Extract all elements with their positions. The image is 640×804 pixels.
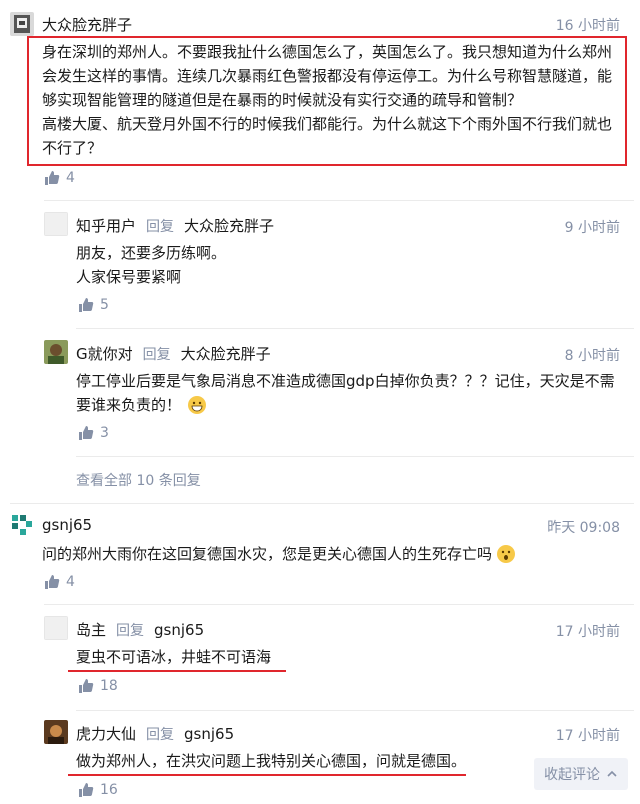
comment-content: 问的郑州大雨你在这回复德国水灾，您是更关心德国人的生死存亡吗 [42,542,627,566]
reply-to-author[interactable]: 大众脸充胖子 [184,215,274,236]
avatar[interactable] [10,513,34,537]
reply-word: 回复 [146,218,175,235]
comment-line: 身在深圳的郑州人。不要跟我扯什么德国怎么了，英国怎么了。我只想知道为什么郑州 [42,43,613,61]
comment-time: 昨天 09:08 [547,520,620,536]
collapse-comments-button[interactable]: 收起评论 [534,758,628,790]
reply-to-author[interactable]: gsnj65 [184,725,234,743]
divider [44,200,634,201]
like-count: 16 [100,782,118,798]
surprised-emoji-icon [497,545,516,563]
reply-time: 9 小时前 [564,220,620,236]
comment-line: 高楼大厦、航天登月外国不行的时候我们都能行。为什么就这下个雨外国不行我们就也 [42,115,613,133]
avatar[interactable] [44,616,68,640]
thumbs-up-icon [45,171,60,185]
comment-author[interactable]: 大众脸充胖子 [42,14,132,35]
reply-line: 夏虫不可语冰，井蛙不可语海 [76,648,272,666]
reply-author[interactable]: G就你对 [76,343,133,364]
grin-emoji-icon [188,396,207,414]
comment-line: 够实现智能管理的隧道但是在暴雨的时候就没有实行交通的疏导和管制？ [42,91,523,109]
like-button[interactable]: 5 [78,297,109,313]
divider [76,456,634,457]
divider [76,328,634,329]
reply-time: 8 小时前 [564,348,620,364]
like-button[interactable]: 18 [78,678,118,694]
divider [76,710,634,711]
reply-time: 17 小时前 [555,624,620,640]
like-button[interactable]: 16 [78,782,118,798]
avatar[interactable] [44,340,68,364]
like-button[interactable]: 4 [44,574,75,590]
reply-line: 朋友，还要多历练啊。 [76,244,227,262]
like-button[interactable]: 3 [78,425,109,441]
comment-line: 问的郑州大雨你在这回复德国水灾，您是更关心德国人的生死存亡吗 [42,545,493,563]
reply-line: 要谁来负责的！ [76,396,182,414]
avatar[interactable] [44,212,68,236]
reply-author[interactable]: 知乎用户 [76,215,136,236]
reply-content: 朋友，还要多历练啊。 人家保号要紧啊 [76,241,626,289]
comment-content: 身在深圳的郑州人。不要跟我扯什么德国怎么了，英国怎么了。我只想知道为什么郑州 会… [42,40,622,160]
reply-word: 回复 [146,726,175,743]
chevron-up-icon [607,770,617,777]
comment-time: 16 小时前 [555,18,620,34]
like-count: 4 [66,170,75,186]
like-count: 5 [100,297,109,313]
reply-to-author[interactable]: gsnj65 [154,621,204,639]
reply-line: 人家保号要紧啊 [76,268,182,286]
reply-content: 停工停业后要是气象局消息不准造成德国gdp白掉你负责？？？记住，天灾是不需 要谁… [76,369,626,417]
reply-author[interactable]: 虎力大仙 [76,723,136,744]
reply-content: 夏虫不可语冰，井蛙不可语海 [76,645,626,669]
view-all-replies-link[interactable]: 查看全部 10 条回复 [76,470,201,490]
avatar[interactable] [10,12,34,36]
reply-word: 回复 [116,622,145,639]
divider [44,604,634,605]
reply-time: 17 小时前 [555,728,620,744]
reply-word: 回复 [142,346,171,363]
divider [10,503,634,504]
comment-author[interactable]: gsnj65 [42,516,92,534]
thumbs-up-icon [79,298,94,312]
thumbs-up-icon [79,679,94,693]
avatar[interactable] [44,720,68,744]
like-count: 3 [100,425,109,441]
like-count: 18 [100,678,118,694]
thumbs-up-icon [79,426,94,440]
red-underline [68,774,466,776]
reply-author[interactable]: 岛主 [76,619,106,640]
reply-line: 停工停业后要是气象局消息不准造成德国gdp白掉你负责？？？记住，天灾是不需 [76,372,615,390]
like-count: 4 [66,574,75,590]
reply-to-author[interactable]: 大众脸充胖子 [181,343,271,364]
red-underline [68,670,286,672]
collapse-label: 收起评论 [544,767,600,783]
comment-line: 会发生这样的事情。连续几次暴雨红色警报都没有停运停工。为什么号称智慧隧道，能 [42,67,613,85]
comment-line: 不行了？ [42,139,103,157]
thumbs-up-icon [79,783,94,797]
like-button[interactable]: 4 [44,170,75,186]
thumbs-up-icon [45,575,60,589]
